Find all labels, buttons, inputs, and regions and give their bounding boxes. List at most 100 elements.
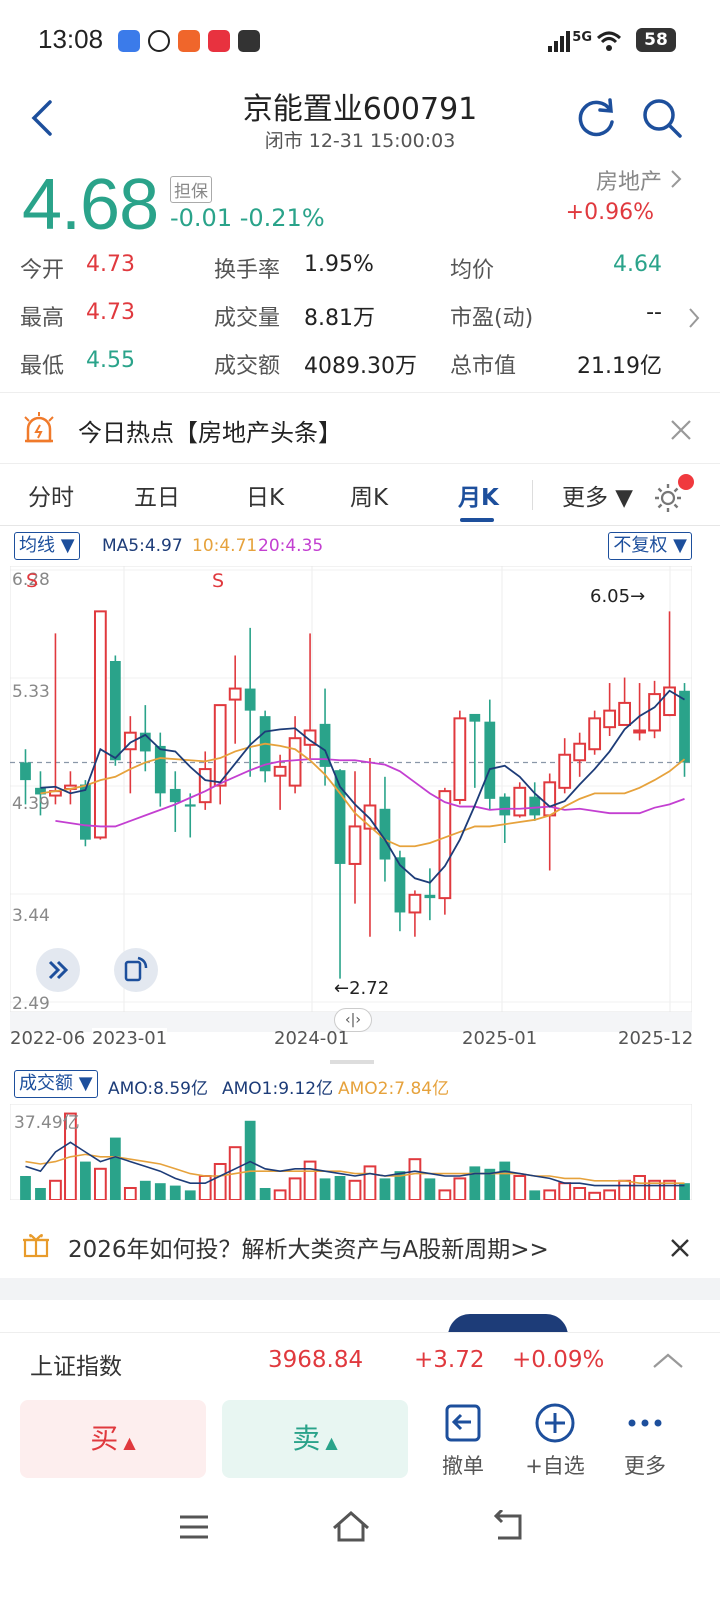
candle-body [529,796,541,816]
amount-label: 成交额 [214,354,281,379]
volume-bar [35,1187,46,1200]
candle-body [588,717,602,751]
candle-body [558,753,572,789]
candle-body [679,690,690,763]
close-icon[interactable] [670,419,692,441]
home-icon[interactable] [330,1508,372,1544]
candle-body [80,784,91,840]
volume-max-label: 37.49亿 [14,1113,80,1133]
promo-banner[interactable]: 2026年如何投？解析大类资产与A股新周期>> [0,1212,720,1278]
candle-body [348,825,362,865]
y-tick: 3.44 [12,906,50,926]
ma-selector[interactable]: 均线 ▼ [14,532,80,560]
y-tick: 2.49 [12,994,50,1014]
candle-body [93,610,107,839]
candle-body [20,762,31,781]
double-chevron-right-icon [48,960,69,980]
price-change: -0.01 -0.21% [170,204,325,232]
volume-bar [93,1167,107,1200]
tab-weekly-k[interactable]: 周K [350,478,388,512]
volume-bar [453,1177,467,1200]
buy-button[interactable]: 买 ▲ [20,1400,206,1478]
volume-bar [513,1174,527,1200]
volume-chart[interactable] [10,1104,692,1200]
section-gap [0,1278,720,1300]
volume-bar [618,1179,631,1200]
sell-button[interactable]: 卖 ▲ [222,1400,408,1478]
max-price-label: 6.05→ [590,586,646,607]
tab-intraday[interactable]: 分时 [28,478,74,512]
ma5-line [40,689,685,884]
candle-body [198,768,212,804]
volume-bar [109,1137,121,1200]
mcap-value: 21.19亿 [577,354,662,379]
search-icon[interactable] [640,96,684,140]
period-tabs: 分时 五日 日K 周K 月K 更多 ▼ [0,466,720,526]
close-icon[interactable] [670,1238,690,1258]
volume-bar [20,1175,31,1200]
volume-bar [303,1160,317,1200]
tab-more[interactable]: 更多 ▼ [562,478,633,512]
chevron-up-icon[interactable] [652,1351,684,1371]
tab-monthly-k[interactable]: 月K [458,478,499,512]
candle-body [228,687,242,701]
amount-value: 4089.30万 [304,354,417,379]
x-tick: 2023-01 [92,1028,168,1049]
high-label: 最高 [20,306,65,331]
sector-link[interactable]: 房地产 [596,164,662,196]
cancel-order-button[interactable]: 撤单 [418,1400,508,1480]
app-notification-icon [178,30,200,52]
divider [532,480,533,510]
ma10-value: 10:4.71 [192,536,258,556]
current-price: 4.68 [22,165,159,245]
candle-body [424,894,436,899]
buy-label: 买 [90,1422,119,1455]
up-triangle-icon: ▲ [118,1433,136,1452]
add-watchlist-button[interactable]: +自选 [510,1400,600,1480]
recent-apps-icon[interactable] [176,1512,212,1542]
alarm-icon [24,412,54,443]
app-notification-icon [238,30,260,52]
volume-label: 成交量 [214,306,281,331]
up-triangle-icon: ▲ [320,1433,338,1452]
chevron-right-icon[interactable] [686,306,702,330]
back-nav-icon[interactable] [488,1510,526,1544]
hot-topic-text: 今日热点【房地产头条】 [78,419,342,447]
ma5-value: MA5:4.97 [102,536,183,556]
pe-label: 市盈(动) [450,306,534,331]
rotate-button[interactable] [114,948,158,992]
amo2-line [25,1153,685,1184]
active-tab-indicator [460,518,494,522]
expand-button[interactable] [36,948,80,992]
turnover-value: 1.95% [304,252,374,277]
amo2-value: AMO2:7.84亿 [338,1079,450,1099]
refresh-icon[interactable] [574,96,618,140]
candle-body [513,786,527,817]
index-value: 3968.84 [268,1347,364,1373]
y-tick: 4.39 [12,794,50,814]
wifi-icon [596,31,622,51]
min-price-label: ←2.72 [334,978,390,999]
candlestick-chart[interactable] [10,566,692,1012]
index-ticker[interactable]: 上证指数 3968.84 +3.72 +0.09% [0,1332,720,1390]
candle-body [169,788,181,803]
volume-bar [123,1186,137,1200]
margin-badge: 担保 [170,176,212,203]
index-name: 上证指数 [30,1354,122,1380]
volume-selector[interactable]: 成交额 ▼ [14,1070,98,1098]
tab-daily-k[interactable]: 日K [246,478,284,512]
sell-marker: S [212,570,225,592]
x-tick: 2025-01 [462,1028,538,1049]
hot-topic-banner[interactable]: 今日热点【房地产头条】 [0,392,720,464]
volume-bar [588,1191,602,1200]
ma20-value: 20:4.35 [258,536,324,556]
cancel-order-icon [445,1404,481,1442]
volume-bar [543,1189,557,1200]
more-actions-button[interactable]: 更多 [600,1400,690,1480]
add-watchlist-label: +自选 [525,1454,585,1478]
volume-bar [424,1178,436,1200]
tab-five-day[interactable]: 五日 [134,478,180,512]
candle-body [633,729,646,734]
volume-bar [319,1178,331,1200]
adjust-selector[interactable]: 不复权 ▼ [608,532,692,560]
